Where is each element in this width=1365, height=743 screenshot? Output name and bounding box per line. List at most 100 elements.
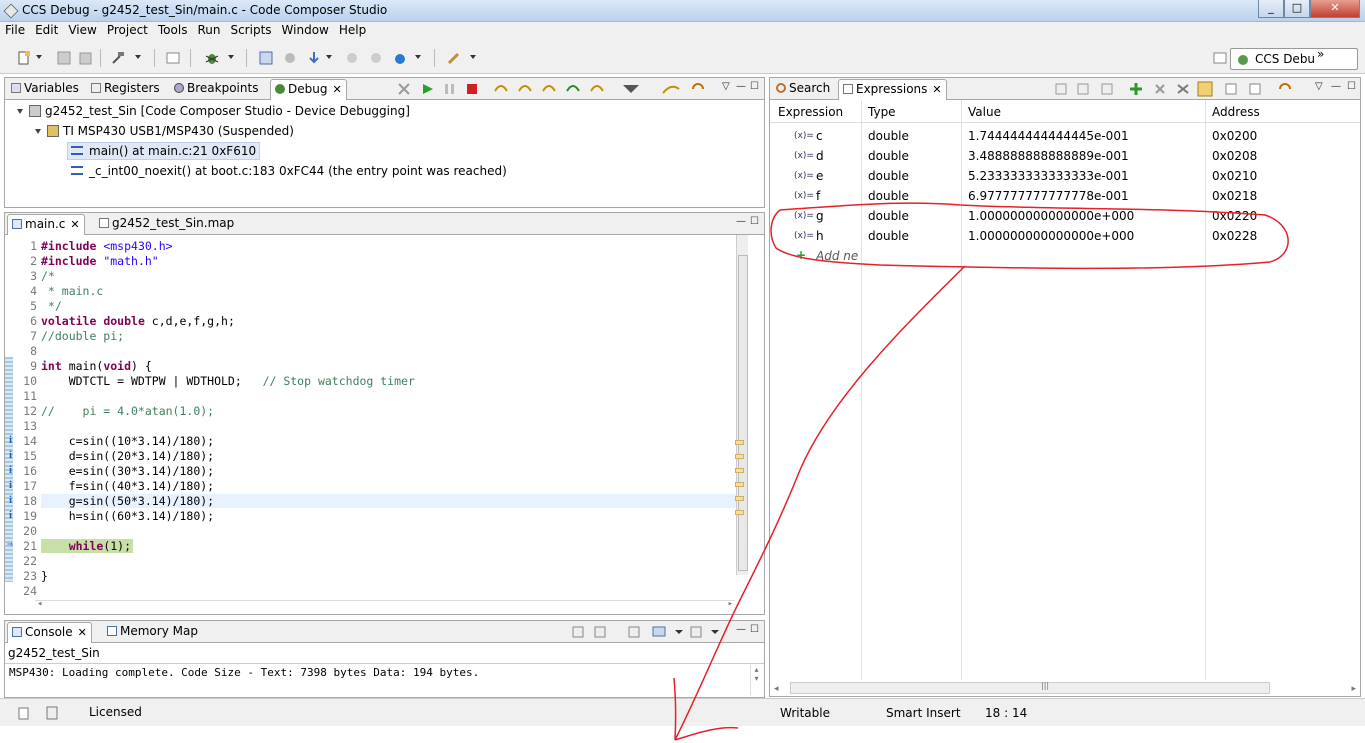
debug-bug-icon[interactable] [204,50,220,66]
code-line[interactable]: // pi = 4.0*atan(1.0); [41,404,214,418]
overview-mark[interactable] [735,496,744,501]
view-menu-icon[interactable]: ▽ [1315,81,1323,92]
code-line[interactable]: h=sin((60*3.14)/180); [41,509,214,523]
expression-row[interactable]: (x)= c double 1.744444444444445e-001 0x0200 [770,126,1360,146]
expression-row[interactable]: (x)= h double 1.000000000000000e+000 0x0228 [770,226,1360,246]
close-icon[interactable]: ✕ [332,83,341,96]
tools-dropdown-icon[interactable] [470,55,476,59]
code-line[interactable]: g=sin((50*3.14)/180); [41,494,741,508]
menu-window[interactable]: Window [277,22,334,38]
build-dropdown-icon[interactable] [135,55,141,59]
overview-mark[interactable] [735,440,744,445]
code-line[interactable]: */ [41,299,62,313]
expression-row[interactable]: (x)= e double 5.233333333333333e-001 0x0210 [770,166,1360,186]
save-icon[interactable] [56,50,72,66]
tab-search[interactable]: Search [772,79,834,100]
console-scrollbar[interactable]: ▴ ▾ [750,665,762,695]
code-line[interactable]: c=sin((10*3.14)/180); [41,434,214,448]
external-tools-icon[interactable] [446,50,462,66]
run-icon[interactable] [392,50,408,66]
tab-console[interactable]: Console ✕ [7,622,92,643]
open-perspective-icon[interactable] [1212,50,1228,66]
new-dropdown-icon[interactable] [36,55,42,59]
code-line[interactable]: } [41,569,48,583]
tab-registers[interactable]: Registers [87,79,164,100]
perspective-switcher[interactable]: CCS Debu » [1230,47,1358,70]
menu-edit[interactable]: Edit [30,22,63,38]
tab-memory-map[interactable]: Memory Map [103,622,202,643]
overview-mark[interactable] [735,454,744,459]
code-line[interactable]: /* [41,269,55,283]
maximize-view-icon[interactable]: ☐ [750,81,759,92]
expression-row[interactable]: (x)= d double 3.488888888888889e-001 0x0208 [770,146,1360,166]
menu-run[interactable]: Run [192,22,225,38]
maximize-view-icon[interactable]: ☐ [750,216,759,227]
new-icon[interactable] [16,50,32,66]
load-dropdown-icon[interactable] [326,55,332,59]
maximize-view-icon[interactable]: ☐ [750,624,759,635]
close-icon[interactable]: ✕ [70,218,79,231]
tab-variables[interactable]: Variables [7,79,83,100]
debug-view-toolbar[interactable] [395,81,755,97]
menu-scripts[interactable]: Scripts [225,22,276,38]
minimize-view-icon[interactable]: — [1331,81,1341,92]
toggle-breakpoint-icon[interactable] [282,50,298,66]
column-value[interactable]: Value [968,105,1001,119]
perspective-more[interactable]: » [1317,47,1324,61]
code-line[interactable]: WDTCTL = WDTPW | WDTHOLD; // Stop watchd… [41,374,415,388]
tree-item-project[interactable]: g2452_test_Sin [Code Composer Studio - D… [17,104,410,118]
minimize-view-icon[interactable]: — [736,624,746,635]
tree-item-frame-cint00[interactable]: _c_int00_noexit() at boot.c:183 0xFC44 (… [71,164,507,178]
console-toolbar[interactable] [571,624,731,640]
open-console-icon[interactable] [165,50,181,66]
scrollbar-grip[interactable]: ||| [1041,681,1049,690]
scroll-right-icon[interactable]: ▸ [1351,684,1356,694]
code-line[interactable]: d=sin((20*3.14)/180); [41,449,214,463]
view-menu-icon[interactable]: ▽ [722,81,730,92]
step-over-icon[interactable] [368,50,384,66]
overview-mark[interactable] [735,482,744,487]
license-icon[interactable] [44,705,60,721]
minimize-view-icon[interactable]: — [736,216,746,227]
tab-expressions[interactable]: Expressions ✕ [838,79,947,100]
expand-icon[interactable] [35,129,41,134]
code-line[interactable]: * main.c [41,284,103,298]
overview-mark[interactable] [735,468,744,473]
menu-file[interactable]: File [0,22,30,38]
expression-row[interactable]: (x)= f double 6.977777777777778e-001 0x0218 [770,186,1360,206]
editor-horizontal-scrollbar[interactable]: ◂ ▸ [35,599,735,612]
menu-help[interactable]: Help [334,22,371,38]
menu-view[interactable]: View [63,22,101,38]
minimize-view-icon[interactable]: — [736,81,746,92]
build-hammer-icon[interactable] [110,50,126,66]
editor-vertical-scrollbar[interactable] [735,235,748,575]
expressions-horizontal-scrollbar[interactable]: ||| [790,681,1270,694]
code-line[interactable]: while(1); [41,539,133,553]
column-type[interactable]: Type [868,105,896,119]
save-all-icon[interactable] [78,50,94,66]
scroll-left-icon[interactable]: ◂ [37,599,42,609]
column-expression[interactable]: Expression [778,105,843,119]
close-button[interactable]: ✕ [1310,0,1360,18]
code-line[interactable]: int main(void) { [41,359,152,373]
expression-row[interactable]: (x)= g double 1.000000000000000e+000 0x0220 [770,206,1360,226]
scrollbar-thumb[interactable] [738,255,748,571]
step-icon[interactable] [344,50,360,66]
console-output[interactable]: MSP430: Loading complete. Code Size - Te… [9,666,479,679]
connect-target-icon[interactable] [258,50,274,66]
run-dropdown-icon[interactable] [415,55,421,59]
maximize-view-icon[interactable]: ☐ [1347,81,1356,92]
overview-mark[interactable] [735,510,744,515]
expand-icon[interactable] [17,109,23,114]
code-line[interactable]: #include <msp430.h> [41,239,173,253]
menu-tools[interactable]: Tools [153,22,193,38]
code-line[interactable]: f=sin((40*3.14)/180); [41,479,214,493]
tab-breakpoints[interactable]: Breakpoints [170,79,262,100]
load-program-icon[interactable] [306,50,322,66]
menu-project[interactable]: Project [102,22,153,38]
maximize-button[interactable]: □ [1284,0,1310,18]
tab-debug[interactable]: Debug ✕ [270,79,347,100]
scroll-left-icon[interactable]: ◂ [774,684,779,694]
close-icon[interactable]: ✕ [78,626,87,639]
code-line[interactable]: //double pi; [41,329,124,343]
